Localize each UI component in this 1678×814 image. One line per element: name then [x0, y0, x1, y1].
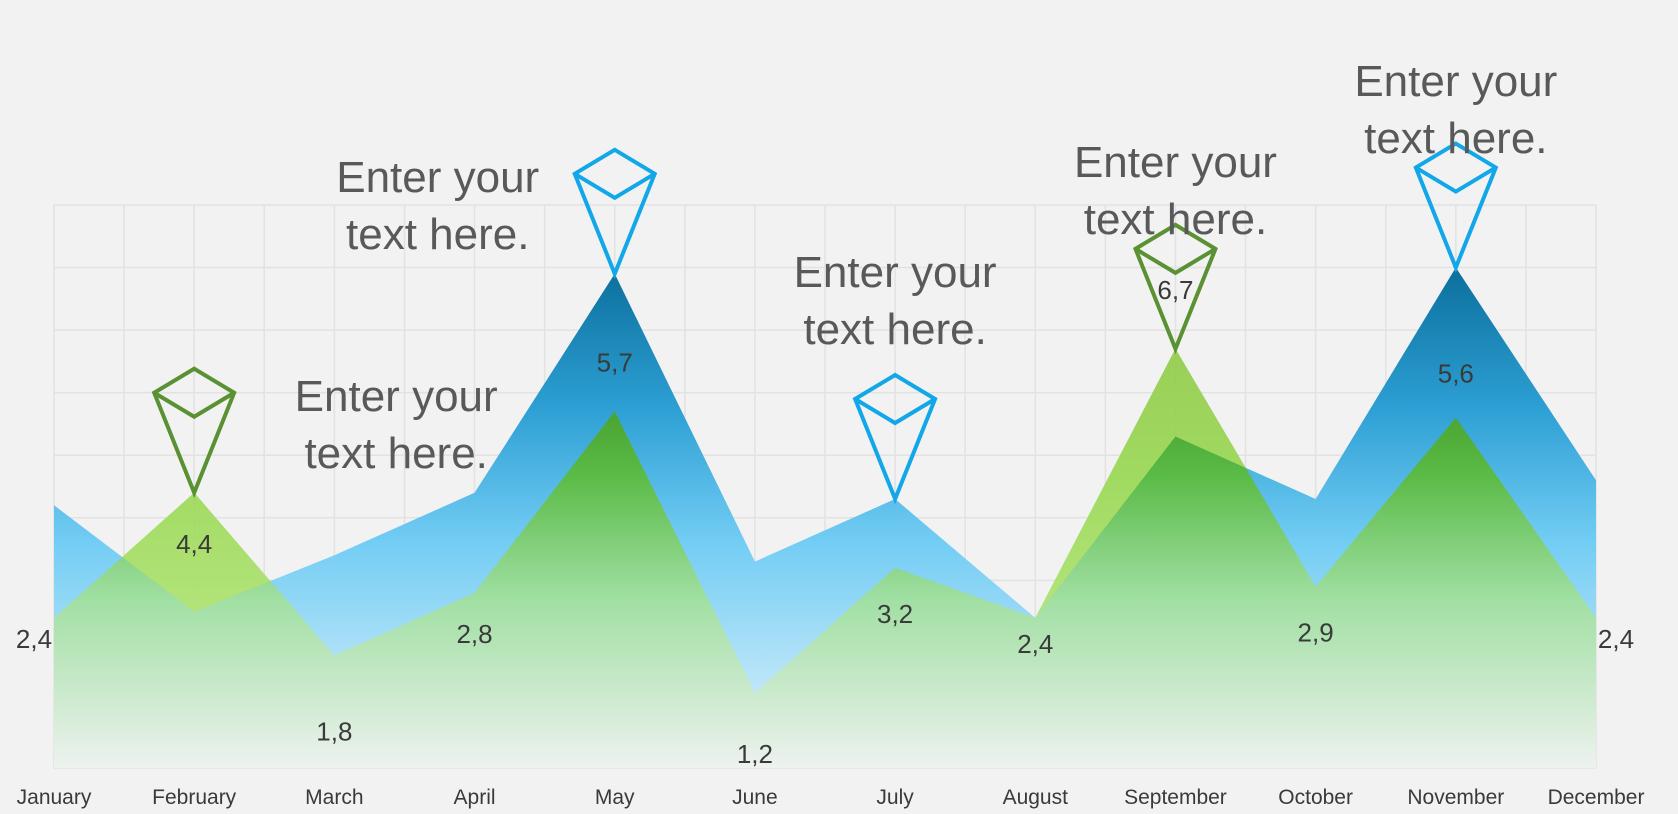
x-tick-label: September	[1124, 786, 1227, 809]
x-axis: January February March April May June July Augu…	[17, 786, 1645, 809]
data-label: 1,2	[737, 739, 773, 769]
marker-pin-facet	[1414, 165, 1497, 194]
callout-text-3: Enter your text here.	[793, 248, 997, 354]
callout-text-4: Enter your text here.	[1073, 137, 1277, 244]
data-label: 6,7	[1157, 275, 1193, 305]
x-tick-label: October	[1278, 786, 1353, 809]
x-tick-label: December	[1548, 786, 1645, 809]
data-label: 5,7	[597, 347, 633, 377]
data-label: 1,8	[316, 716, 352, 746]
x-tick-label: January	[17, 786, 92, 809]
x-tick-label: February	[152, 786, 237, 809]
callout-text-1: Enter your text here.	[294, 371, 498, 478]
x-tick-label: November	[1407, 786, 1504, 809]
callout-text-5: Enter your text here.	[1354, 56, 1558, 163]
marker-pin-facet	[573, 172, 656, 201]
x-tick-label: June	[732, 786, 778, 809]
x-tick-label: May	[595, 786, 635, 809]
data-label: 2,4	[1598, 624, 1634, 654]
data-label: 2,4	[16, 624, 52, 654]
data-label: 2,9	[1298, 618, 1334, 648]
data-label: 3,2	[877, 599, 913, 629]
x-tick-label: August	[1003, 786, 1069, 809]
x-tick-label: April	[454, 786, 496, 809]
x-tick-label: July	[876, 786, 914, 809]
x-tick-label: March	[305, 786, 363, 809]
data-label: 2,4	[1017, 629, 1053, 659]
data-label: 2,8	[456, 619, 492, 649]
data-label: 5,6	[1438, 359, 1474, 389]
chart: 2,4 4,4 1,8 2,8 5,7 1,2 3,2 2,4 6,7 2,9 5,6 2,4 Jan…	[0, 0, 1678, 814]
data-label: 4,4	[176, 529, 212, 559]
callout-text-2: Enter your text here.	[336, 152, 540, 259]
